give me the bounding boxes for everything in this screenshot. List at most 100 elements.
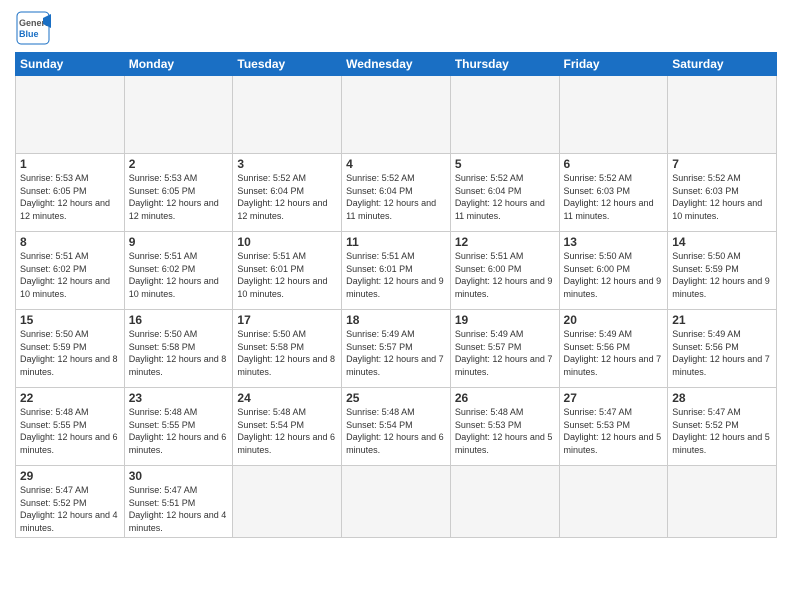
table-row [233, 76, 342, 154]
day-info: Sunrise: 5:47 AMSunset: 5:53 PMDaylight:… [564, 406, 664, 456]
day-number: 30 [129, 469, 229, 483]
day-info: Sunrise: 5:48 AMSunset: 5:53 PMDaylight:… [455, 406, 555, 456]
day-info: Sunrise: 5:52 AMSunset: 6:03 PMDaylight:… [672, 172, 772, 222]
table-row: 13Sunrise: 5:50 AMSunset: 6:00 PMDayligh… [559, 232, 668, 310]
day-number: 9 [129, 235, 229, 249]
table-row: 30Sunrise: 5:47 AMSunset: 5:51 PMDayligh… [124, 466, 233, 538]
day-info: Sunrise: 5:50 AMSunset: 5:58 PMDaylight:… [129, 328, 229, 378]
table-row [559, 466, 668, 538]
day-info: Sunrise: 5:52 AMSunset: 6:04 PMDaylight:… [237, 172, 337, 222]
day-info: Sunrise: 5:51 AMSunset: 6:02 PMDaylight:… [20, 250, 120, 300]
day-number: 21 [672, 313, 772, 327]
table-row [668, 466, 777, 538]
day-number: 16 [129, 313, 229, 327]
day-info: Sunrise: 5:47 AMSunset: 5:51 PMDaylight:… [129, 484, 229, 534]
day-number: 18 [346, 313, 446, 327]
day-number: 7 [672, 157, 772, 171]
table-row: 28Sunrise: 5:47 AMSunset: 5:52 PMDayligh… [668, 388, 777, 466]
day-info: Sunrise: 5:51 AMSunset: 6:01 PMDaylight:… [346, 250, 446, 300]
calendar-week-row [16, 76, 777, 154]
table-row [233, 466, 342, 538]
page: General Blue Sunday Monday Tuesday Wedne… [0, 0, 792, 612]
table-row: 3Sunrise: 5:52 AMSunset: 6:04 PMDaylight… [233, 154, 342, 232]
day-info: Sunrise: 5:49 AMSunset: 5:56 PMDaylight:… [564, 328, 664, 378]
day-info: Sunrise: 5:50 AMSunset: 5:59 PMDaylight:… [20, 328, 120, 378]
day-number: 14 [672, 235, 772, 249]
table-row: 8Sunrise: 5:51 AMSunset: 6:02 PMDaylight… [16, 232, 125, 310]
day-info: Sunrise: 5:50 AMSunset: 6:00 PMDaylight:… [564, 250, 664, 300]
day-number: 20 [564, 313, 664, 327]
col-wednesday: Wednesday [342, 53, 451, 76]
table-row: 18Sunrise: 5:49 AMSunset: 5:57 PMDayligh… [342, 310, 451, 388]
logo-icon: General Blue [15, 10, 51, 46]
day-info: Sunrise: 5:51 AMSunset: 6:00 PMDaylight:… [455, 250, 555, 300]
day-number: 15 [20, 313, 120, 327]
calendar-week-row: 22 Sunrise: 5:48 AMSunset: 5:55 PMDayligh… [16, 388, 777, 466]
table-row: 5Sunrise: 5:52 AMSunset: 6:04 PMDaylight… [450, 154, 559, 232]
day-info: Sunrise: 5:50 AMSunset: 5:58 PMDaylight:… [237, 328, 337, 378]
table-row: 22Sunrise: 5:48 AMSunset: 5:55 PMDayligh… [16, 388, 125, 466]
day-number: 12 [455, 235, 555, 249]
table-row: 26Sunrise: 5:48 AMSunset: 5:53 PMDayligh… [450, 388, 559, 466]
calendar-week-row: 8Sunrise: 5:51 AMSunset: 6:02 PMDaylight… [16, 232, 777, 310]
col-monday: Monday [124, 53, 233, 76]
day-info: Sunrise: 5:48 AMSunset: 5:55 PMDaylight:… [129, 406, 229, 456]
day-info: Sunrise: 5:49 AMSunset: 5:57 PMDaylight:… [346, 328, 446, 378]
day-number: 2 [129, 157, 229, 171]
day-number: 17 [237, 313, 337, 327]
col-tuesday: Tuesday [233, 53, 342, 76]
day-info: Sunrise: 5:53 AMSunset: 6:05 PMDaylight:… [129, 172, 229, 222]
table-row: 7Sunrise: 5:52 AMSunset: 6:03 PMDaylight… [668, 154, 777, 232]
table-row: 25Sunrise: 5:48 AMSunset: 5:54 PMDayligh… [342, 388, 451, 466]
calendar-header-row: Sunday Monday Tuesday Wednesday Thursday… [16, 53, 777, 76]
table-row [342, 466, 451, 538]
table-row: 29Sunrise: 5:47 AMSunset: 5:52 PMDayligh… [16, 466, 125, 538]
day-number: 24 [237, 391, 337, 405]
table-row [668, 76, 777, 154]
table-row [450, 76, 559, 154]
day-info: Sunrise: 5:52 AMSunset: 6:03 PMDaylight:… [564, 172, 664, 222]
day-number: 26 [455, 391, 555, 405]
table-row [16, 76, 125, 154]
svg-text:Blue: Blue [19, 29, 39, 39]
table-row: 2Sunrise: 5:53 AMSunset: 6:05 PMDaylight… [124, 154, 233, 232]
col-saturday: Saturday [668, 53, 777, 76]
col-friday: Friday [559, 53, 668, 76]
calendar-week-row: 29Sunrise: 5:47 AMSunset: 5:52 PMDayligh… [16, 466, 777, 538]
table-row [559, 76, 668, 154]
day-info: Sunrise: 5:51 AMSunset: 6:01 PMDaylight:… [237, 250, 337, 300]
day-number: 1 [20, 157, 120, 171]
table-row: 4Sunrise: 5:52 AMSunset: 6:04 PMDaylight… [342, 154, 451, 232]
day-info: Sunrise: 5:52 AMSunset: 6:04 PMDaylight:… [346, 172, 446, 222]
day-number: 22 [20, 391, 120, 405]
table-row: 10Sunrise: 5:51 AMSunset: 6:01 PMDayligh… [233, 232, 342, 310]
day-number: 6 [564, 157, 664, 171]
table-row: 14Sunrise: 5:50 AMSunset: 5:59 PMDayligh… [668, 232, 777, 310]
calendar-week-row: 1Sunrise: 5:53 AMSunset: 6:05 PMDaylight… [16, 154, 777, 232]
day-number: 13 [564, 235, 664, 249]
day-info: Sunrise: 5:49 AMSunset: 5:57 PMDaylight:… [455, 328, 555, 378]
table-row: 24Sunrise: 5:48 AMSunset: 5:54 PMDayligh… [233, 388, 342, 466]
table-row: 21Sunrise: 5:49 AMSunset: 5:56 PMDayligh… [668, 310, 777, 388]
day-info: Sunrise: 5:50 AMSunset: 5:59 PMDaylight:… [672, 250, 772, 300]
logo: General Blue [15, 10, 55, 46]
day-info: Sunrise: 5:51 AMSunset: 6:02 PMDaylight:… [129, 250, 229, 300]
col-thursday: Thursday [450, 53, 559, 76]
table-row: 20Sunrise: 5:49 AMSunset: 5:56 PMDayligh… [559, 310, 668, 388]
day-info: Sunrise: 5:53 AMSunset: 6:05 PMDaylight:… [20, 172, 120, 222]
day-info: Sunrise: 5:52 AMSunset: 6:04 PMDaylight:… [455, 172, 555, 222]
day-number: 29 [20, 469, 120, 483]
table-row: 27Sunrise: 5:47 AMSunset: 5:53 PMDayligh… [559, 388, 668, 466]
day-number: 8 [20, 235, 120, 249]
day-info: Sunrise: 5:47 AMSunset: 5:52 PMDaylight:… [672, 406, 772, 456]
day-number: 4 [346, 157, 446, 171]
table-row: 23Sunrise: 5:48 AMSunset: 5:55 PMDayligh… [124, 388, 233, 466]
day-info: Sunrise: 5:48 AMSunset: 5:54 PMDaylight:… [346, 406, 446, 456]
day-number: 28 [672, 391, 772, 405]
table-row: 12Sunrise: 5:51 AMSunset: 6:00 PMDayligh… [450, 232, 559, 310]
day-number: 10 [237, 235, 337, 249]
table-row [342, 76, 451, 154]
day-info: Sunrise: 5:48 AMSunset: 5:54 PMDaylight:… [237, 406, 337, 456]
table-row: 16Sunrise: 5:50 AMSunset: 5:58 PMDayligh… [124, 310, 233, 388]
day-number: 25 [346, 391, 446, 405]
